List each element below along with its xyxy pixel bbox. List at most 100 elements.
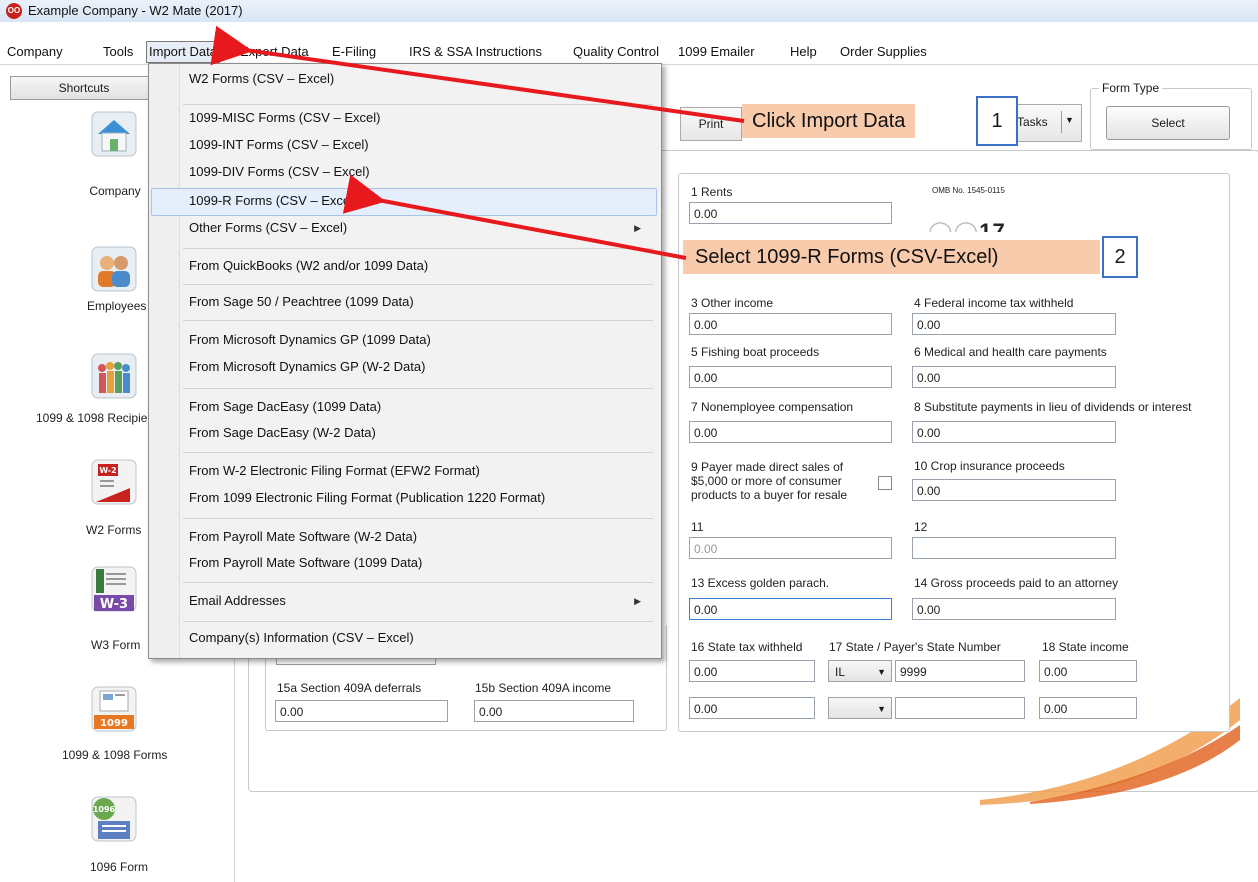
menu-item-email-addresses[interactable]: Email Addresses ▶ <box>189 589 655 613</box>
chevron-down-icon: ▼ <box>1065 115 1074 125</box>
sidebar-label-1096-form: 1096 Form <box>90 860 149 874</box>
box5-field[interactable]: 0.00 <box>689 366 892 388</box>
box9-label-line2: $5,000 or more of consumer <box>691 474 842 488</box>
menu-item-efw2[interactable]: From W-2 Electronic Filing Format (EFW2 … <box>189 459 480 483</box>
box7-field[interactable]: 0.00 <box>689 421 892 443</box>
menu-export-data[interactable]: Export Data <box>238 42 311 62</box>
menu-item-sage50[interactable]: From Sage 50 / Peachtree (1099 Data) <box>189 290 414 314</box>
sidebar-item-w3-form[interactable]: W-3 <box>90 565 138 616</box>
box9-label-line3: products to a buyer for resale <box>691 488 848 502</box>
svg-text:W-3: W-3 <box>100 597 128 612</box>
sidebar-item-w2-forms[interactable]: W-2 <box>90 458 138 509</box>
menu-quality-control[interactable]: Quality Control <box>571 42 661 62</box>
tasks-button[interactable]: Tasks ▼ <box>1012 104 1082 142</box>
sidebar-label-1099-forms: 1099 & 1098 Forms <box>62 748 168 762</box>
sidebar-item-1099-forms[interactable]: 1099 <box>90 685 138 736</box>
box8-label: 8 Substitute payments in lieu of dividen… <box>914 400 1192 414</box>
box17-state-select-1[interactable]: IL ▼ <box>828 660 892 682</box>
box18-field-1[interactable]: 0.00 <box>1039 660 1137 682</box>
box13-label: 13 Excess golden parach. <box>691 576 830 590</box>
select-form-type-button[interactable]: Select <box>1106 106 1230 140</box>
sidebar-item-1096-form[interactable]: 1096 <box>90 795 138 846</box>
box9-label-line1: 9 Payer made direct sales of <box>691 460 844 474</box>
1096-form-icon: 1096 <box>91 796 137 842</box>
box15a-field[interactable]: 0.00 <box>275 700 448 722</box>
box12-field[interactable] <box>912 537 1116 559</box>
menu-help[interactable]: Help <box>788 42 819 62</box>
menu-item-other-forms-csv[interactable]: Other Forms (CSV – Excel) ▶ <box>189 216 655 240</box>
box15b-field[interactable]: 0.00 <box>474 700 634 722</box>
box6-field[interactable]: 0.00 <box>912 366 1116 388</box>
box4-label: 4 Federal income tax withheld <box>914 296 1074 310</box>
submenu-arrow-icon: ▶ <box>634 596 641 606</box>
menu-item-email-addresses-label: Email Addresses <box>189 593 286 608</box>
menu-tools[interactable]: Tools <box>101 42 135 62</box>
box14-label: 14 Gross proceeds paid to an attorney <box>914 576 1119 590</box>
1099-forms-icon: 1099 <box>91 686 137 732</box>
box1-field[interactable]: 0.00 <box>689 202 892 224</box>
callout-1-number: 1 <box>976 96 1018 146</box>
menu-item-dynamics-gp-w2[interactable]: From Microsoft Dynamics GP (W-2 Data) <box>189 355 425 379</box>
menu-e-filing[interactable]: E-Filing <box>330 42 378 62</box>
box5-label: 5 Fishing boat proceeds <box>691 345 820 359</box>
box15b-label: 15b Section 409A income <box>475 681 612 695</box>
box16-field-1[interactable]: 0.00 <box>689 660 815 682</box>
omb-number: OMB No. 1545-0115 <box>932 186 1005 195</box>
print-button[interactable]: Print <box>680 107 742 141</box>
menu-item-dacEasy-1099[interactable]: From Sage DacEasy (1099 Data) <box>189 395 381 419</box>
box10-field[interactable]: 0.00 <box>912 479 1116 501</box>
employees-icon <box>91 246 137 292</box>
box7-label: 7 Nonemployee compensation <box>691 400 854 414</box>
menu-irs-ssa-instructions[interactable]: IRS & SSA Instructions <box>407 42 544 62</box>
company-house-icon <box>91 111 137 157</box>
box12-label: 12 <box>914 520 928 534</box>
callout-2-number: 2 <box>1102 236 1138 278</box>
tax-year: ◯◯17 <box>928 218 1006 232</box>
import-data-dropdown: W2 Forms (CSV – Excel) 1099-MISC Forms (… <box>148 63 662 659</box>
w2-form-icon: W-2 <box>91 459 137 505</box>
callout-2: Select 1099-R Forms (CSV-Excel) <box>683 240 1100 274</box>
box6-label: 6 Medical and health care payments <box>914 345 1107 359</box>
menu-1099-emailer[interactable]: 1099 Emailer <box>676 42 757 62</box>
menu-item-pub1220[interactable]: From 1099 Electronic Filing Format (Publ… <box>189 486 545 510</box>
form-type-caption: Form Type <box>1099 81 1163 95</box>
menu-item-1099-r-csv[interactable]: 1099-R Forms (CSV – Excel) <box>189 189 357 213</box>
menu-item-payroll-mate-1099[interactable]: From Payroll Mate Software (1099 Data) <box>189 551 422 575</box>
box8-field[interactable]: 0.00 <box>912 421 1116 443</box>
sidebar-item-employees[interactable] <box>90 245 138 296</box>
box11-field[interactable]: 0.00 <box>689 537 892 559</box>
menu-item-dynamics-gp-1099[interactable]: From Microsoft Dynamics GP (1099 Data) <box>189 328 431 352</box>
box17-number-field-2[interactable] <box>895 697 1025 719</box>
box4-field[interactable]: 0.00 <box>912 313 1116 335</box>
box10-label: 10 Crop insurance proceeds <box>914 459 1065 473</box>
menu-item-payroll-mate-w2[interactable]: From Payroll Mate Software (W-2 Data) <box>189 525 417 549</box>
box13-field[interactable]: 0.00 <box>689 598 892 620</box>
shortcuts-tab[interactable]: Shortcuts <box>10 76 158 100</box>
menu-item-1099-div-csv[interactable]: 1099-DIV Forms (CSV – Excel) <box>189 160 370 184</box>
box18-field-2[interactable]: 0.00 <box>1039 697 1137 719</box>
menu-item-dacEasy-w2[interactable]: From Sage DacEasy (W-2 Data) <box>189 421 376 445</box>
menu-item-1099-misc-csv[interactable]: 1099-MISC Forms (CSV – Excel) <box>189 106 380 130</box>
box18-label: 18 State income <box>1042 640 1129 654</box>
menu-bar: Company Tools Import Data Export Data E-… <box>0 22 1258 65</box>
menu-separator <box>183 320 653 321</box>
menu-company[interactable]: Company <box>5 42 65 62</box>
box3-field[interactable]: 0.00 <box>689 313 892 335</box>
menu-order-supplies[interactable]: Order Supplies <box>838 42 929 62</box>
box9-checkbox[interactable] <box>878 476 892 490</box>
tax-year-digits: 17 <box>979 219 1006 232</box>
box14-field[interactable]: 0.00 <box>912 598 1116 620</box>
chevron-down-icon: ▼ <box>877 704 886 714</box>
menu-item-1099-int-csv[interactable]: 1099-INT Forms (CSV – Excel) <box>189 133 369 157</box>
menu-item-company-information-csv[interactable]: Company(s) Information (CSV – Excel) <box>189 626 414 650</box>
menu-item-w2-csv[interactable]: W2 Forms (CSV – Excel) <box>189 67 334 91</box>
sidebar-item-company[interactable] <box>90 110 138 161</box>
menu-import-data[interactable]: Import Data <box>146 41 220 63</box>
box16-field-2[interactable]: 0.00 <box>689 697 815 719</box>
menu-item-quickbooks[interactable]: From QuickBooks (W2 and/or 1099 Data) <box>189 254 428 278</box>
box17-number-field-1[interactable]: 9999 <box>895 660 1025 682</box>
menu-separator <box>183 388 653 389</box>
sidebar-item-recipients[interactable] <box>90 352 138 403</box>
box17-state-select-2[interactable]: ▼ <box>828 697 892 719</box>
menu-gutter <box>149 64 180 658</box>
